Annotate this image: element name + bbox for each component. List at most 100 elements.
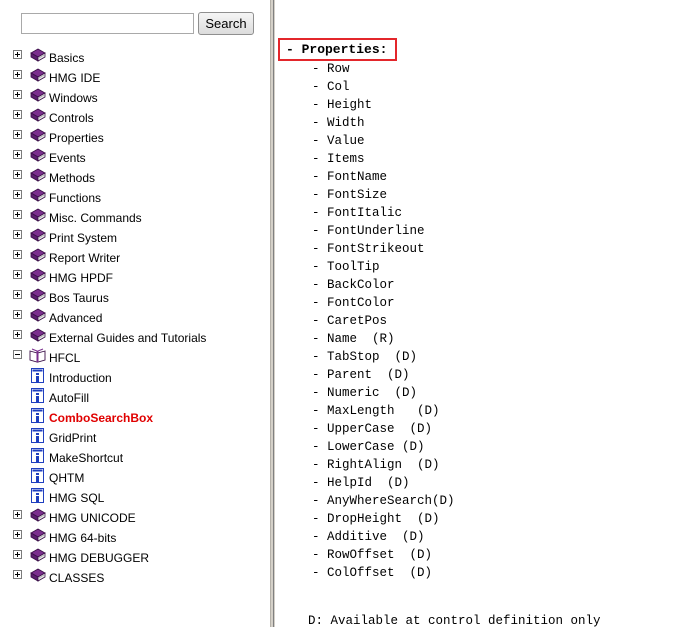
expand-icon[interactable] [13, 530, 22, 539]
expand-icon[interactable] [13, 70, 22, 79]
book-icon [29, 288, 46, 303]
book-icon [29, 268, 46, 283]
tree-item-hfcl[interactable]: HFCL [0, 348, 268, 368]
expand-icon[interactable] [13, 310, 22, 319]
tree-item-qhtm[interactable]: QHTM [0, 468, 268, 488]
property-item: - Value [312, 134, 365, 148]
tree-item-misc-commands[interactable]: Misc. Commands [0, 208, 268, 228]
help-page-icon [31, 408, 44, 423]
expand-icon[interactable] [13, 130, 22, 139]
tree-item-introduction[interactable]: Introduction [0, 368, 268, 388]
tree-item-basics[interactable]: Basics [0, 48, 268, 68]
book-icon [29, 168, 46, 183]
expand-icon[interactable] [13, 290, 22, 299]
tree-item-label: Advanced [49, 311, 103, 325]
tree-item-events[interactable]: Events [0, 148, 268, 168]
tree-item-hmg-unicode[interactable]: HMG UNICODE [0, 508, 268, 528]
tree-item-hmg-64-bits[interactable]: HMG 64-bits [0, 528, 268, 548]
tree-item-print-system[interactable]: Print System [0, 228, 268, 248]
property-item: - AnyWhereSearch(D) [312, 494, 455, 508]
property-item: - DropHeight (D) [312, 512, 440, 526]
property-item: - RowOffset (D) [312, 548, 433, 562]
expand-icon[interactable] [13, 230, 22, 239]
property-item: - FontSize [312, 188, 388, 202]
help-page-icon [31, 468, 44, 483]
expand-icon[interactable] [13, 510, 22, 519]
property-item: - Additive (D) [312, 530, 425, 544]
expand-icon[interactable] [13, 170, 22, 179]
tree-item-controls[interactable]: Controls [0, 108, 268, 128]
tree-item-gridprint[interactable]: GridPrint [0, 428, 268, 448]
expand-icon[interactable] [13, 250, 22, 259]
tree-item-windows[interactable]: Windows [0, 88, 268, 108]
help-page-icon [31, 448, 44, 463]
collapse-icon[interactable] [13, 350, 22, 359]
help-page-icon [31, 368, 44, 383]
property-item: - Row [312, 62, 350, 76]
expand-icon[interactable] [13, 270, 22, 279]
book-icon [29, 568, 46, 583]
property-item: - Numeric (D) [312, 386, 418, 400]
splitter-line [273, 0, 274, 627]
book-icon [29, 48, 46, 63]
help-page-icon [31, 428, 44, 443]
expand-icon[interactable] [13, 190, 22, 199]
help-page-icon [31, 488, 44, 503]
tree-item-hmg-ide[interactable]: HMG IDE [0, 68, 268, 88]
tree-item-label: MakeShortcut [49, 451, 124, 465]
tree-item-classes[interactable]: CLASSES [0, 568, 268, 588]
book-icon [29, 248, 46, 263]
expand-icon[interactable] [13, 330, 22, 339]
tree-item-methods[interactable]: Methods [0, 168, 268, 188]
book-icon [29, 308, 46, 323]
tree-item-label: Introduction [49, 371, 112, 385]
book-icon [29, 148, 46, 163]
tree-item-hmg-sql[interactable]: HMG SQL [0, 488, 268, 508]
property-item: - Col [312, 80, 350, 94]
book-icon [29, 68, 46, 83]
tree-item-label: Print System [49, 231, 118, 245]
tree-item-label: Controls [49, 111, 94, 125]
property-item: - FontItalic [312, 206, 403, 220]
tree-item-report-writer[interactable]: Report Writer [0, 248, 268, 268]
book-icon [29, 328, 46, 343]
tree-item-label: HMG UNICODE [49, 511, 136, 525]
book-icon [29, 528, 46, 543]
property-item: - RightAlign (D) [312, 458, 440, 472]
tree-item-label: External Guides and Tutorials [49, 331, 207, 345]
tree-item-label: QHTM [49, 471, 85, 485]
tree-item-hmg-hpdf[interactable]: HMG HPDF [0, 268, 268, 288]
tree-item-label: Windows [49, 91, 98, 105]
tree-item-advanced[interactable]: Advanced [0, 308, 268, 328]
tree-item-autofill[interactable]: AutoFill [0, 388, 268, 408]
search-button[interactable]: Search [198, 12, 254, 35]
expand-icon[interactable] [13, 210, 22, 219]
expand-icon[interactable] [13, 570, 22, 579]
expand-icon[interactable] [13, 90, 22, 99]
property-item: - ToolTip [312, 260, 380, 274]
property-item: - Width [312, 116, 365, 130]
expand-icon[interactable] [13, 550, 22, 559]
tree-item-label: Bos Taurus [49, 291, 109, 305]
tree-item-properties[interactable]: Properties [0, 128, 268, 148]
expand-icon[interactable] [13, 50, 22, 59]
search-input[interactable] [21, 13, 194, 34]
tree-item-label: HMG 64-bits [49, 531, 117, 545]
expand-icon[interactable] [13, 150, 22, 159]
expand-icon[interactable] [13, 110, 22, 119]
tree-item-external-guides-and-tutorials[interactable]: External Guides and Tutorials [0, 328, 268, 348]
property-item: - MaxLength (D) [312, 404, 440, 418]
book-icon [29, 508, 46, 523]
tree-item-hmg-debugger[interactable]: HMG DEBUGGER [0, 548, 268, 568]
property-item: - Name (R) [312, 332, 395, 346]
tree-item-label: ComboSearchBox [49, 411, 154, 425]
tree-item-makeshortcut[interactable]: MakeShortcut [0, 448, 268, 468]
tree-item-combosearchbox[interactable]: ComboSearchBox [0, 408, 268, 428]
tree-item-label: Events [49, 151, 86, 165]
tree-item-bos-taurus[interactable]: Bos Taurus [0, 288, 268, 308]
tree-item-label: CLASSES [49, 571, 105, 585]
tree-item-label: HMG SQL [49, 491, 105, 505]
property-item: - FontColor [312, 296, 395, 310]
tree-item-functions[interactable]: Functions [0, 188, 268, 208]
book-icon [29, 128, 46, 143]
